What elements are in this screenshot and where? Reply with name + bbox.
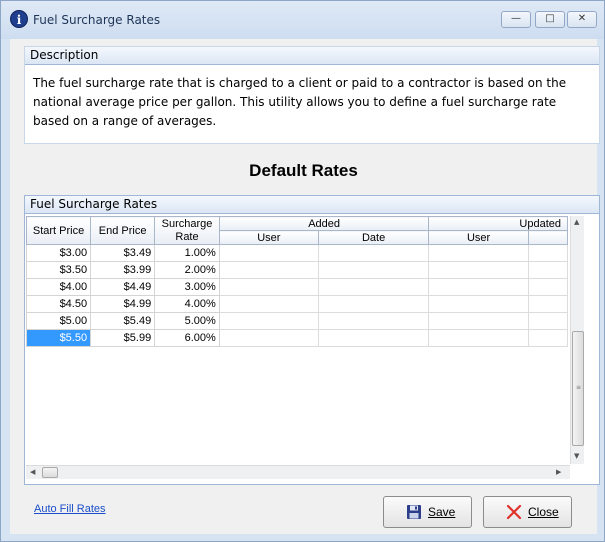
- content-area: Description The fuel surcharge rate that…: [10, 39, 600, 534]
- cell-added-date: [317, 261, 430, 279]
- col-added-date[interactable]: Date: [317, 230, 430, 245]
- cell-added-user: [218, 261, 319, 279]
- cell-added-date: [317, 244, 430, 262]
- close-x-icon: [506, 504, 522, 520]
- col-surcharge-rate[interactable]: Surcharge Rate: [154, 216, 220, 245]
- rates-grid-header: Fuel Surcharge Rates: [25, 196, 599, 214]
- horizontal-scroll-thumb[interactable]: [42, 467, 58, 478]
- cell-end-price[interactable]: $5.49: [90, 312, 156, 330]
- cell-updated-user: [428, 261, 529, 279]
- cell-added-date: [317, 295, 430, 313]
- cell-added-user: [218, 278, 319, 296]
- col-updated-extra[interactable]: [527, 230, 568, 245]
- cell-start-price[interactable]: $3.50: [26, 261, 92, 279]
- cell-surcharge-rate[interactable]: 3.00%: [154, 278, 220, 296]
- cell-end-price[interactable]: $5.99: [90, 329, 156, 347]
- cell-start-price[interactable]: $5.50: [26, 329, 92, 347]
- description-header: Description: [25, 47, 599, 65]
- col-updated-user[interactable]: User: [428, 230, 529, 245]
- cell-surcharge-rate[interactable]: 1.00%: [154, 244, 220, 262]
- vertical-scrollbar[interactable]: ▲ ≡ ▼: [570, 216, 584, 464]
- scroll-left-icon[interactable]: ◀: [30, 468, 35, 476]
- cell-updated-user: [428, 244, 529, 262]
- close-button-label: Close: [528, 505, 559, 519]
- fuel-surcharge-window: i Fuel Surcharge Rates — □ ✕ Description…: [0, 0, 605, 542]
- cell-start-price[interactable]: $5.00: [26, 312, 92, 330]
- table-row[interactable]: $4.00 $4.49 3.00%: [26, 278, 568, 296]
- floppy-disk-icon: [407, 505, 421, 519]
- cell-end-price[interactable]: $3.49: [90, 244, 156, 262]
- cell-start-price[interactable]: $3.00: [26, 244, 92, 262]
- table-row[interactable]: $3.00 $3.49 1.00%: [26, 244, 568, 262]
- col-added-user[interactable]: User: [218, 230, 319, 245]
- col-group-added: Added: [218, 216, 430, 231]
- default-rates-title: Default Rates: [249, 161, 358, 180]
- cell-added-date: [317, 312, 430, 330]
- description-panel: Description The fuel surcharge rate that…: [24, 46, 600, 144]
- close-window-button[interactable]: ✕: [567, 11, 597, 28]
- table-row[interactable]: $3.50 $3.99 2.00%: [26, 261, 568, 279]
- cell-surcharge-rate[interactable]: 6.00%: [154, 329, 220, 347]
- cell-added-date: [317, 278, 430, 296]
- cell-updated-user: [428, 329, 529, 347]
- rates-grid[interactable]: Start Price End Price Surcharge Rate Add…: [26, 216, 568, 466]
- title-bar[interactable]: i Fuel Surcharge Rates — □ ✕: [1, 1, 604, 39]
- scroll-right-icon[interactable]: ▶: [556, 468, 561, 476]
- cell-end-price[interactable]: $4.49: [90, 278, 156, 296]
- cell-updated-extra: [527, 278, 568, 296]
- auto-fill-rates-link[interactable]: Auto Fill Rates: [34, 503, 106, 515]
- window-title: Fuel Surcharge Rates: [33, 13, 161, 27]
- cell-updated-user: [428, 312, 529, 330]
- cell-updated-extra: [527, 261, 568, 279]
- vertical-scroll-thumb[interactable]: ≡: [572, 331, 584, 446]
- cell-start-price[interactable]: $4.00: [26, 278, 92, 296]
- horizontal-scrollbar[interactable]: ◀ ▶: [26, 465, 570, 479]
- col-group-updated: Updated: [428, 216, 568, 231]
- cell-surcharge-rate[interactable]: 5.00%: [154, 312, 220, 330]
- scroll-down-icon[interactable]: ▼: [574, 452, 579, 460]
- cell-updated-user: [428, 278, 529, 296]
- description-text: The fuel surcharge rate that is charged …: [33, 76, 567, 128]
- cell-end-price[interactable]: $3.99: [90, 261, 156, 279]
- table-row[interactable]: $5.00 $5.49 5.00%: [26, 312, 568, 330]
- cell-updated-extra: [527, 295, 568, 313]
- cell-end-price[interactable]: $4.99: [90, 295, 156, 313]
- col-end-price[interactable]: End Price: [90, 216, 156, 245]
- cell-surcharge-rate[interactable]: 4.00%: [154, 295, 220, 313]
- col-start-price[interactable]: Start Price: [26, 216, 92, 245]
- rates-table: Start Price End Price Surcharge Rate Add…: [26, 216, 568, 347]
- cell-updated-extra: [527, 244, 568, 262]
- cell-added-user: [218, 329, 319, 347]
- grip-icon: ≡: [576, 384, 582, 391]
- close-button[interactable]: Close: [483, 496, 572, 528]
- save-button-label: Save: [428, 505, 456, 519]
- cell-added-user: [218, 312, 319, 330]
- table-row[interactable]: $4.50 $4.99 4.00%: [26, 295, 568, 313]
- save-button[interactable]: Save: [383, 496, 472, 528]
- table-row-selected[interactable]: $5.50 $5.99 6.00%: [26, 329, 568, 347]
- cell-updated-user: [428, 295, 529, 313]
- cell-surcharge-rate[interactable]: 2.00%: [154, 261, 220, 279]
- cell-added-user: [218, 295, 319, 313]
- scroll-up-icon[interactable]: ▲: [574, 218, 579, 226]
- minimize-button[interactable]: —: [501, 11, 531, 28]
- cell-updated-extra: [527, 329, 568, 347]
- maximize-button[interactable]: □: [535, 11, 565, 28]
- cell-updated-extra: [527, 312, 568, 330]
- cell-start-price[interactable]: $4.50: [26, 295, 92, 313]
- cell-added-user: [218, 244, 319, 262]
- info-icon: i: [10, 10, 28, 28]
- cell-added-date: [317, 329, 430, 347]
- rates-grid-panel: Fuel Surcharge Rates Start Price End Pri…: [24, 195, 600, 485]
